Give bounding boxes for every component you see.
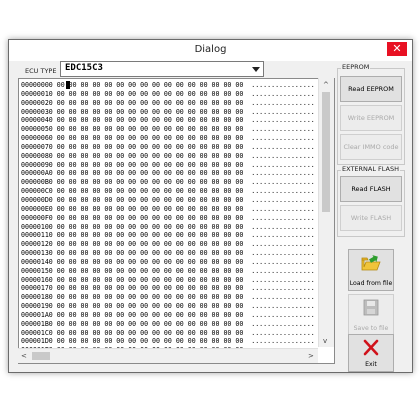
- hex-row: 000000F0 00 00 00 00 00 00 00 00 00 00 0…: [21, 213, 315, 222]
- external-flash-group-label: EXTERNAL FLASH: [341, 165, 401, 173]
- dialog-window: Dialog ✕ ECU TYPE EDC15C3 00000000 00 00…: [8, 39, 413, 373]
- hex-view[interactable]: 00000000 00 00 00 00 00 00 00 00 00 00 0…: [18, 78, 335, 364]
- close-button[interactable]: ✕: [387, 42, 407, 56]
- hex-row: 000000B0 00 00 00 00 00 00 00 00 00 00 0…: [21, 178, 315, 187]
- hex-row: 000001C0 00 00 00 00 00 00 00 00 00 00 0…: [21, 328, 315, 337]
- close-icon: ✕: [392, 42, 402, 55]
- ecu-type-label: ECU TYPE: [25, 67, 57, 75]
- scroll-down-icon[interactable]: v: [323, 337, 327, 345]
- hex-row: 00000100 00 00 00 00 00 00 00 00 00 00 0…: [21, 222, 315, 231]
- load-from-file-button[interactable]: Load from file: [348, 249, 394, 291]
- hex-row: 000001B0 00 00 00 00 00 00 00 00 00 00 0…: [21, 319, 315, 328]
- hex-row: 00000060 00 00 00 00 00 00 00 00 00 00 0…: [21, 134, 315, 143]
- hex-row: 000000C0 00 00 00 00 00 00 00 00 00 00 0…: [21, 187, 315, 196]
- hex-row: 00000150 00 00 00 00 00 00 00 00 00 00 0…: [21, 266, 315, 275]
- hex-row: 00000120 00 00 00 00 00 00 00 00 00 00 0…: [21, 240, 315, 249]
- hex-row: 00000020 00 00 00 00 00 00 00 00 00 00 0…: [21, 98, 315, 107]
- hex-row: 00000190 00 00 00 00 00 00 00 00 00 00 0…: [21, 302, 315, 311]
- save-to-file-label: Save to file: [353, 325, 389, 332]
- folder-open-icon: [361, 255, 381, 271]
- title-bar[interactable]: Dialog ✕: [9, 40, 412, 61]
- write-eeprom-button[interactable]: Write EEPROM: [340, 105, 402, 131]
- hex-row: 00000050 00 00 00 00 00 00 00 00 00 00 0…: [21, 125, 315, 134]
- horizontal-scroll-thumb[interactable]: [32, 352, 50, 360]
- hex-row: 000000A0 00 00 00 00 00 00 00 00 00 00 0…: [21, 169, 315, 178]
- read-eeprom-button[interactable]: Read EEPROM: [340, 76, 402, 102]
- hex-row: 00000080 00 00 00 00 00 00 00 00 00 00 0…: [21, 151, 315, 160]
- write-flash-button[interactable]: Write FLASH: [340, 205, 402, 231]
- read-flash-button[interactable]: Read FLASH: [340, 176, 402, 202]
- hex-row: 00000160 00 00 00 00 00 00 00 00 00 00 0…: [21, 275, 315, 284]
- eeprom-group-label: EEPROM: [341, 63, 371, 71]
- exit-label: Exit: [365, 361, 377, 368]
- hex-row: 00000010 00 00 00 00 00 00 00 00 00 00 0…: [21, 89, 315, 98]
- hex-row: 000000E0 00 00 00 00 00 00 00 00 00 00 0…: [21, 204, 315, 213]
- ecu-type-select[interactable]: EDC15C3: [60, 61, 264, 77]
- hex-row: 00000170 00 00 00 00 00 00 00 00 00 00 0…: [21, 284, 315, 293]
- hex-lines: 00000000 00 00 00 00 00 00 00 00 00 00 0…: [21, 81, 315, 363]
- scroll-left-icon[interactable]: <: [21, 352, 27, 360]
- hex-row: 00000090 00 00 00 00 00 00 00 00 00 00 0…: [21, 160, 315, 169]
- vertical-scrollbar[interactable]: ^ v: [318, 78, 334, 347]
- hex-row: 000001D0 00 00 00 00 00 00 00 00 00 00 0…: [21, 337, 315, 346]
- scroll-up-icon[interactable]: ^: [323, 81, 329, 89]
- hex-row: 00000070 00 00 00 00 00 00 00 00 00 00 0…: [21, 142, 315, 151]
- red-x-icon: [363, 339, 379, 356]
- hex-row: 00000180 00 00 00 00 00 00 00 00 00 00 0…: [21, 293, 315, 302]
- floppy-disk-icon: [363, 299, 379, 316]
- hex-row: 00000040 00 00 00 00 00 00 00 00 00 00 0…: [21, 116, 315, 125]
- save-to-file-button[interactable]: Save to file: [348, 294, 394, 336]
- hex-row: 000001A0 00 00 00 00 00 00 00 00 00 00 0…: [21, 310, 315, 319]
- chevron-down-icon[interactable]: [249, 62, 263, 76]
- hex-row: 00000140 00 00 00 00 00 00 00 00 00 00 0…: [21, 257, 315, 266]
- hex-row: 00000110 00 00 00 00 00 00 00 00 00 00 0…: [21, 231, 315, 240]
- load-from-file-label: Load from file: [349, 280, 393, 287]
- text-cursor: [66, 81, 70, 89]
- exit-button[interactable]: Exit: [348, 334, 394, 372]
- clear-immo-button[interactable]: Clear IMMO code: [340, 134, 402, 160]
- vertical-scroll-thumb[interactable]: [322, 92, 330, 212]
- horizontal-scrollbar[interactable]: < >: [18, 348, 318, 363]
- ecu-type-value: EDC15C3: [65, 63, 103, 73]
- hex-row: 000000D0 00 00 00 00 00 00 00 00 00 00 0…: [21, 195, 315, 204]
- window-title: Dialog: [194, 44, 227, 55]
- hex-row: 00000130 00 00 00 00 00 00 00 00 00 00 0…: [21, 249, 315, 258]
- scroll-right-icon[interactable]: >: [308, 352, 314, 360]
- hex-row: 00000030 00 00 00 00 00 00 00 00 00 00 0…: [21, 107, 315, 116]
